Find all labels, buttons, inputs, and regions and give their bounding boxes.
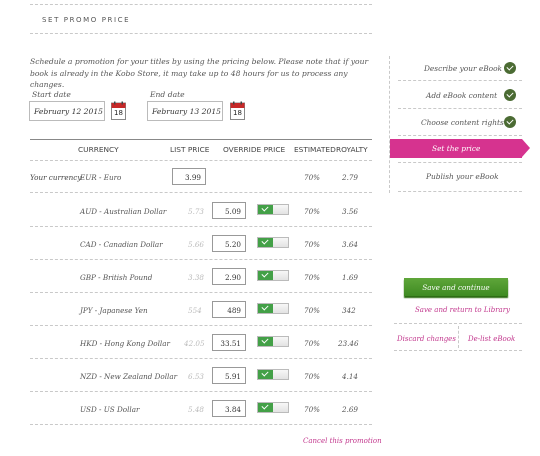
step-label: Publish your eBook: [426, 172, 499, 181]
delist-ebook-link[interactable]: De-list eBook: [468, 335, 515, 343]
royalty-value: 1.69: [342, 273, 359, 282]
override-price-input[interactable]: 489: [212, 301, 246, 318]
header-list-price: LIST PRICE: [170, 145, 210, 154]
header-royalty: ROYALTY: [336, 145, 368, 154]
step-add-content[interactable]: Add eBook content: [398, 89, 522, 101]
step-describe-ebook[interactable]: Describe your eBook: [398, 62, 522, 74]
row-divider: [30, 424, 372, 425]
header-currency: CURRENCY: [78, 145, 119, 154]
royalty-percent: 70%: [304, 306, 320, 315]
royalty-value: 2.69: [342, 405, 359, 414]
row-divider: [30, 226, 372, 227]
royalty-percent: 70%: [304, 173, 320, 182]
check-icon: [258, 304, 273, 313]
row-divider: [30, 391, 372, 392]
step-label: Set the price: [432, 144, 481, 153]
check-icon: [504, 62, 516, 74]
override-price-input[interactable]: 5.09: [212, 202, 246, 219]
step-publish-ebook[interactable]: Publish your eBook: [398, 172, 522, 181]
override-toggle[interactable]: [257, 369, 289, 380]
header-estimated: ESTIMATED: [294, 145, 336, 154]
check-icon: [504, 116, 516, 128]
royalty-value: 342: [342, 306, 356, 315]
page-title: SET PROMO PRICE: [42, 16, 131, 24]
step-set-price[interactable]: Set the price: [390, 139, 530, 158]
list-price: 3.38: [188, 273, 205, 282]
your-currency-label: Your currency: [30, 173, 82, 182]
royalty-value: 3.64: [342, 240, 359, 249]
check-icon: [258, 370, 273, 379]
royalty-value: 4.14: [342, 372, 359, 381]
royalty-value: 3.56: [342, 207, 359, 216]
check-icon: [258, 205, 273, 214]
override-toggle[interactable]: [257, 237, 289, 248]
save-continue-button[interactable]: Save and continue: [404, 278, 508, 296]
calendar-icon[interactable]: 18: [230, 101, 245, 120]
list-price: 554: [188, 306, 202, 315]
check-icon: [258, 337, 273, 346]
row-divider: [30, 259, 372, 260]
cancel-promotion-link[interactable]: Cancel this promotion: [303, 437, 382, 445]
list-price: 5.73: [188, 207, 205, 216]
royalty-percent: 70%: [304, 339, 320, 348]
check-icon: [258, 403, 273, 412]
override-price-input[interactable]: 33.51: [212, 334, 246, 351]
override-price-input[interactable]: 5.91: [212, 367, 246, 384]
check-icon: [504, 89, 516, 101]
override-toggle[interactable]: [257, 303, 289, 314]
intro-text: Schedule a promotion for your titles by …: [30, 57, 369, 89]
end-date-label: End date: [150, 90, 185, 99]
list-price: 6.53: [188, 372, 205, 381]
royalty-percent: 70%: [304, 372, 320, 381]
royalty-percent: 70%: [304, 207, 320, 216]
row-divider: [30, 292, 372, 293]
currency-name: CAD - Canadian Dollar: [80, 240, 163, 249]
save-return-link[interactable]: Save and return to Library: [415, 306, 510, 314]
list-price: 5.66: [188, 240, 205, 249]
your-price-input[interactable]: 3.99: [172, 168, 206, 185]
override-price-input[interactable]: 3.84: [212, 400, 246, 417]
override-toggle[interactable]: [257, 402, 289, 413]
override-price-input[interactable]: 5.20: [212, 235, 246, 252]
step-content-rights[interactable]: Choose content rights: [398, 116, 522, 128]
calendar-icon[interactable]: 18: [111, 101, 126, 120]
calendar-day: 18: [114, 109, 123, 117]
override-price-input[interactable]: 2.90: [212, 268, 246, 285]
override-toggle[interactable]: [257, 204, 289, 215]
end-date-input[interactable]: February 13 2015: [147, 101, 223, 121]
row-divider: [30, 325, 372, 326]
currency-name: JPY - Japanese Yen: [80, 306, 148, 315]
currency-name: USD - US Dollar: [80, 405, 140, 414]
royalty-percent: 70%: [304, 273, 320, 282]
list-price: 5.48: [188, 405, 205, 414]
currency-name: GBP - British Pound: [80, 273, 153, 282]
discard-changes-link[interactable]: Discard changes: [397, 335, 456, 343]
royalty-percent: 70%: [304, 405, 320, 414]
currency-name: HKD - Hong Kong Dollar: [80, 339, 170, 348]
check-icon: [258, 271, 273, 280]
currency-name: EUR - Euro: [80, 173, 122, 182]
override-toggle[interactable]: [257, 270, 289, 281]
royalty-value: 2.79: [342, 173, 359, 182]
override-toggle[interactable]: [257, 336, 289, 347]
list-price: 42.05: [184, 339, 205, 348]
currency-name: NZD - New Zealand Dollar: [80, 372, 178, 381]
calendar-day: 18: [233, 109, 242, 117]
header-override-price: OVERRIDE PRICE: [223, 145, 286, 154]
check-icon: [258, 238, 273, 247]
currency-name: AUD - Australian Dollar: [80, 207, 167, 216]
royalty-percent: 70%: [304, 240, 320, 249]
row-divider: [30, 358, 372, 359]
royalty-value: 23.46: [338, 339, 359, 348]
start-date-label: Start date: [32, 90, 71, 99]
start-date-input[interactable]: February 12 2015: [29, 101, 105, 121]
